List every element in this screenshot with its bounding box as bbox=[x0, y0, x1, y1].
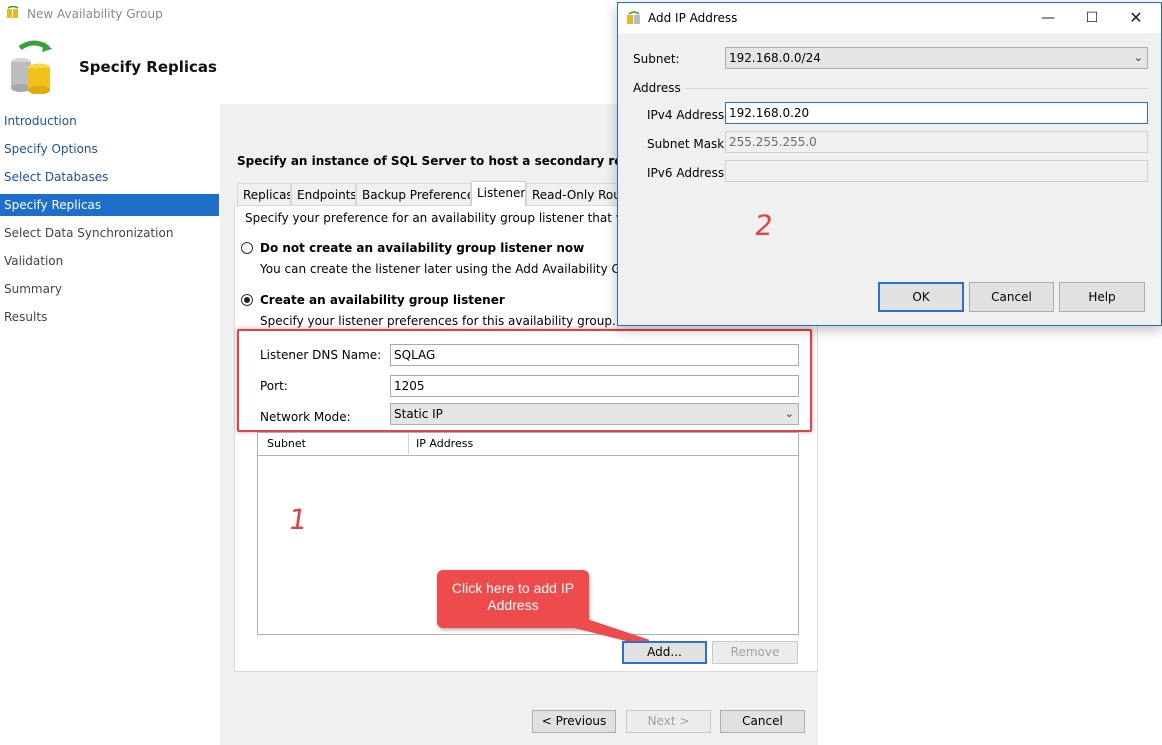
cancel-button[interactable]: Cancel bbox=[720, 710, 805, 733]
wizard-nav: Introduction Specify Options Select Data… bbox=[0, 104, 219, 745]
nav-item-results: Results bbox=[4, 310, 48, 324]
ipv6-label: IPv6 Address bbox=[647, 166, 725, 180]
help-button[interactable]: Help bbox=[1059, 282, 1145, 312]
option-no-listener-label[interactable]: Do not create an availability group list… bbox=[260, 241, 584, 255]
option-no-listener-desc: You can create the listener later using … bbox=[260, 262, 673, 276]
nav-item-introduction[interactable]: Introduction bbox=[0, 110, 219, 132]
ipv4-input[interactable]: 192.168.0.20 bbox=[725, 102, 1148, 124]
option-create-listener-label[interactable]: Create an availability group listener bbox=[260, 293, 505, 307]
tab-read-only-routing[interactable]: Read-Only Routi bbox=[526, 183, 618, 205]
maximize-icon[interactable]: ☐ bbox=[1082, 8, 1102, 28]
subnet-mask-label: Subnet Mask bbox=[647, 137, 725, 151]
ipv6-input[interactable] bbox=[725, 160, 1148, 182]
ok-button[interactable]: OK bbox=[878, 282, 964, 312]
tab-endpoints[interactable]: Endpoints bbox=[291, 183, 356, 205]
nav-item-select-databases[interactable]: Select Databases bbox=[0, 166, 219, 188]
address-divider bbox=[686, 88, 1148, 89]
page-title: Specify Replicas bbox=[79, 58, 217, 76]
nav-item-summary: Summary bbox=[4, 282, 62, 296]
wizard-title-bar: New Availability Group bbox=[0, 0, 620, 28]
dialog-cancel-button[interactable]: Cancel bbox=[969, 282, 1054, 312]
dialog-app-icon bbox=[626, 10, 642, 29]
app-icon bbox=[6, 5, 20, 20]
nav-item-select-data-sync: Select Data Synchronization bbox=[4, 226, 174, 240]
previous-button[interactable]: < Previous bbox=[532, 710, 616, 733]
address-group-label: Address bbox=[633, 81, 681, 95]
subnet-value: 192.168.0.0/24 bbox=[729, 51, 821, 65]
next-button[interactable]: Next > bbox=[626, 710, 711, 733]
subnet-mask-input[interactable]: 255.255.255.0 bbox=[725, 131, 1148, 153]
dialog-title-bar: Add IP Address — ☐ ✕ bbox=[618, 3, 1161, 33]
nav-item-validation: Validation bbox=[4, 254, 64, 268]
add-ip-dialog: Add IP Address — ☐ ✕ Subnet: 192.168.0.0… bbox=[617, 2, 1162, 326]
database-replica-icon bbox=[8, 38, 58, 95]
remove-button[interactable]: Remove bbox=[712, 641, 798, 664]
annotation-marker-2: 2 bbox=[752, 209, 776, 242]
minimize-icon[interactable]: — bbox=[1038, 8, 1058, 28]
subnet-select[interactable]: 192.168.0.0/24 ⌄ bbox=[725, 47, 1148, 69]
tab-listener[interactable]: Listener bbox=[471, 181, 526, 206]
close-icon[interactable]: ✕ bbox=[1126, 8, 1146, 28]
add-button[interactable]: Add... bbox=[622, 641, 707, 664]
instruction-text: Specify an instance of SQL Server to hos… bbox=[237, 154, 660, 168]
radio-create-listener[interactable] bbox=[241, 294, 253, 306]
grid-header-subnet[interactable]: Subnet bbox=[267, 437, 306, 450]
nav-item-specify-replicas[interactable]: Specify Replicas bbox=[0, 194, 219, 216]
radio-no-listener[interactable] bbox=[241, 242, 253, 254]
chevron-down-icon: ⌄ bbox=[1133, 51, 1143, 64]
subnet-label: Subnet: bbox=[633, 52, 680, 66]
tab-replicas[interactable]: Replicas bbox=[237, 183, 291, 205]
preference-text: Specify your preference for an availabil… bbox=[245, 211, 677, 225]
ipv4-label: IPv4 Address: bbox=[647, 108, 729, 122]
grid-header: Subnet IP Address bbox=[258, 433, 798, 456]
tab-backup-preferences[interactable]: Backup Preferences bbox=[356, 183, 471, 205]
dialog-title: Add IP Address bbox=[648, 11, 738, 25]
grid-header-ip-address[interactable]: IP Address bbox=[416, 437, 473, 450]
window-title: New Availability Group bbox=[27, 7, 163, 21]
option-create-listener-desc: Specify your listener preferences for th… bbox=[260, 314, 616, 328]
highlight-box bbox=[237, 329, 812, 432]
nav-item-specify-options[interactable]: Specify Options bbox=[0, 138, 219, 160]
